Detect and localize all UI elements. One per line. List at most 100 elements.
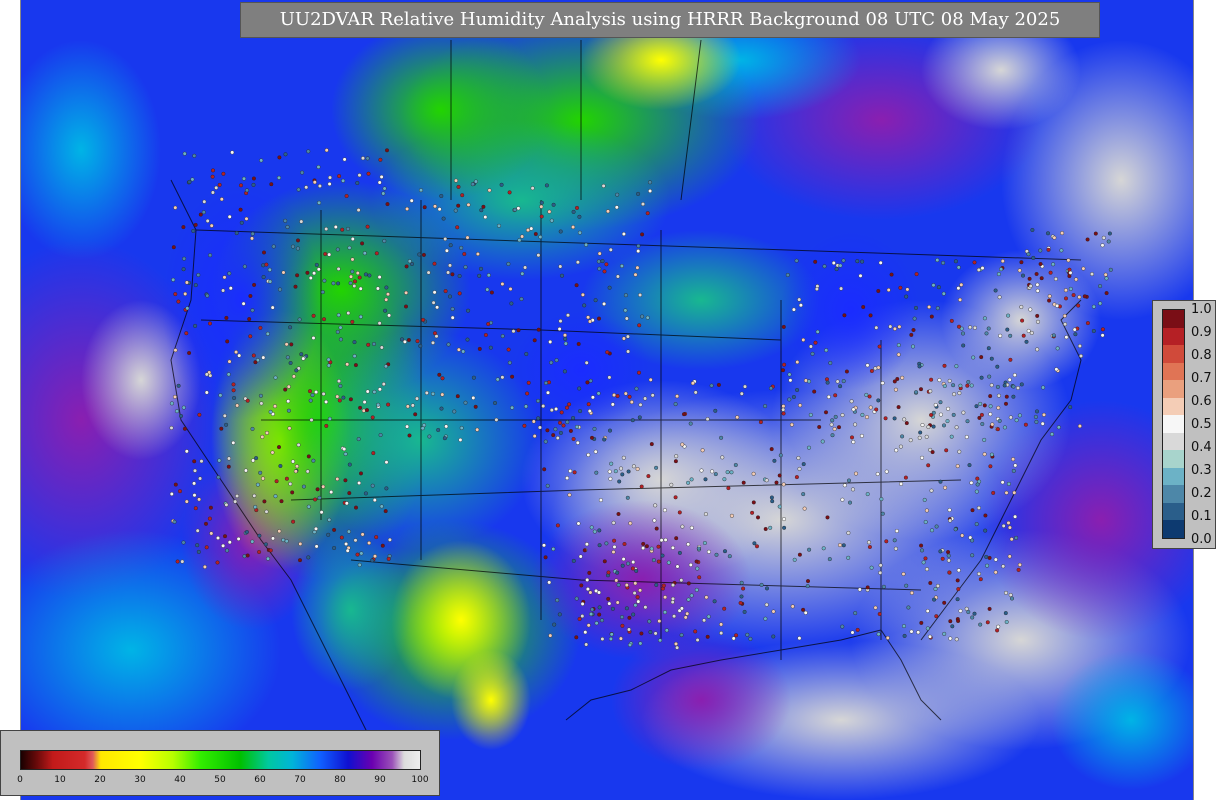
station-dot xyxy=(900,434,905,439)
station-dot xyxy=(1004,490,1009,495)
station-dot xyxy=(477,273,482,278)
station-dot xyxy=(674,454,679,459)
station-dot xyxy=(953,259,958,264)
station-dot xyxy=(1045,231,1050,236)
station-dot xyxy=(1052,235,1057,240)
station-dot xyxy=(720,455,725,460)
station-dot xyxy=(1031,255,1036,260)
station-dot xyxy=(576,521,581,526)
station-dot xyxy=(742,609,747,614)
station-dot xyxy=(210,190,215,195)
station-dot xyxy=(238,207,243,212)
station-dot xyxy=(405,424,410,429)
station-dot xyxy=(362,251,367,256)
station-dot xyxy=(548,339,553,344)
station-dot xyxy=(226,464,231,469)
station-dot xyxy=(988,404,993,409)
station-dot xyxy=(552,622,557,627)
station-dot xyxy=(320,290,325,295)
station-dot xyxy=(803,610,808,615)
station-dot xyxy=(483,333,488,338)
station-dot xyxy=(402,339,407,344)
station-dot xyxy=(840,497,845,502)
station-dot xyxy=(697,575,702,580)
station-dot xyxy=(228,286,233,291)
station-dot xyxy=(1063,296,1068,301)
station-dot xyxy=(327,517,332,522)
station-dot xyxy=(584,642,589,647)
station-dot xyxy=(1013,514,1018,519)
station-dot xyxy=(894,529,899,534)
station-dot xyxy=(865,585,870,590)
station-dot xyxy=(288,325,293,330)
station-dot xyxy=(308,276,313,281)
station-dot xyxy=(577,386,582,391)
rh-colorbar-tick-label: 80 xyxy=(334,775,346,785)
station-dot xyxy=(877,344,882,349)
station-dot xyxy=(623,308,628,313)
station-dot xyxy=(982,403,987,408)
station-dot xyxy=(860,412,865,417)
station-dot xyxy=(627,627,632,632)
station-dot xyxy=(588,319,593,324)
station-dot xyxy=(878,570,883,575)
station-dot xyxy=(284,476,289,481)
station-dot xyxy=(252,282,257,287)
station-dot xyxy=(797,552,802,557)
station-dot xyxy=(639,631,644,636)
station-dot xyxy=(207,321,212,326)
station-dot xyxy=(306,555,311,560)
station-dot xyxy=(615,394,620,399)
station-dot xyxy=(853,611,858,616)
station-dot xyxy=(1085,237,1090,242)
station-dot xyxy=(558,319,563,324)
station-dot xyxy=(283,152,288,157)
station-dot xyxy=(1047,298,1052,303)
station-dot xyxy=(636,599,641,604)
station-dot xyxy=(231,382,236,387)
station-dot xyxy=(600,637,605,642)
station-dot xyxy=(268,409,273,414)
station-dot xyxy=(859,433,864,438)
station-dot xyxy=(938,479,943,484)
station-dot xyxy=(203,521,208,526)
station-dot xyxy=(290,490,295,495)
station-dot xyxy=(957,449,962,454)
station-dot xyxy=(857,587,862,592)
station-dot xyxy=(624,316,629,321)
station-dot xyxy=(965,383,970,388)
station-dot xyxy=(204,545,209,550)
station-dot xyxy=(589,525,594,530)
station-dot xyxy=(1042,412,1047,417)
station-dot xyxy=(1001,523,1006,528)
station-dot xyxy=(254,456,259,461)
station-dot xyxy=(533,231,538,236)
station-dot xyxy=(226,372,231,377)
station-dot xyxy=(931,424,936,429)
station-dot xyxy=(989,452,994,457)
station-dot xyxy=(625,334,630,339)
station-dot xyxy=(219,426,224,431)
station-dot xyxy=(586,452,591,457)
station-dot xyxy=(181,540,186,545)
station-dot xyxy=(956,265,961,270)
station-dot xyxy=(333,224,338,229)
station-dot xyxy=(245,553,250,558)
station-dot xyxy=(574,635,579,640)
station-dot xyxy=(247,317,252,322)
station-dot xyxy=(558,264,563,269)
station-dot xyxy=(929,488,934,493)
station-dot xyxy=(1014,418,1019,423)
station-dot xyxy=(308,398,313,403)
station-dot xyxy=(377,387,382,392)
station-dot xyxy=(920,423,925,428)
station-dot xyxy=(631,560,636,565)
station-dot xyxy=(602,269,607,274)
station-dot xyxy=(268,548,273,553)
station-dot xyxy=(597,316,602,321)
station-dot xyxy=(912,316,917,321)
station-dot xyxy=(379,345,384,350)
station-dot xyxy=(295,246,300,251)
station-dot xyxy=(850,435,855,440)
station-dot xyxy=(750,510,755,515)
